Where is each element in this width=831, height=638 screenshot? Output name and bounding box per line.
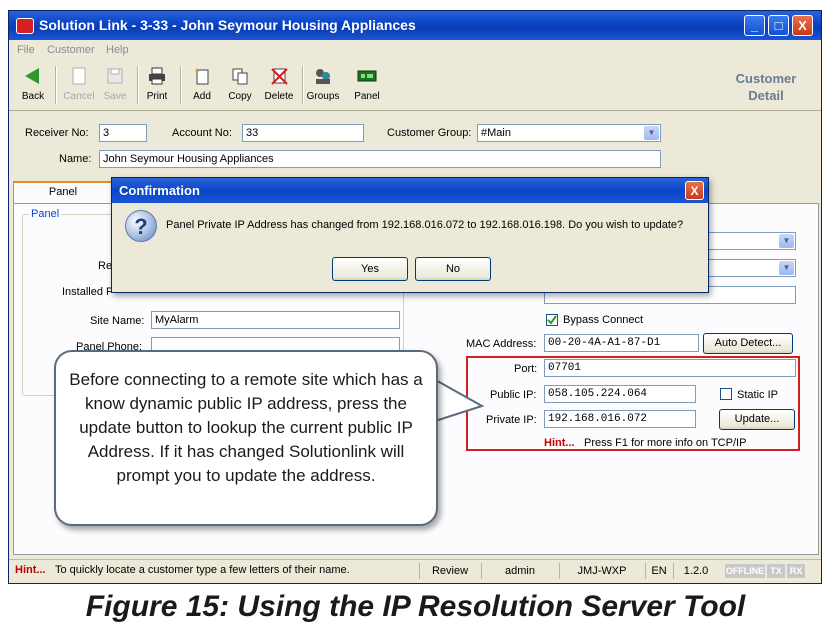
- copy-label: Copy: [228, 91, 252, 102]
- panel-group-title: Panel: [29, 208, 62, 220]
- back-arrow-icon: [23, 66, 43, 86]
- tx-badge: TX: [767, 564, 785, 578]
- group-select[interactable]: #Main ▼: [477, 124, 661, 142]
- partial-label-2: Re: [98, 260, 113, 272]
- print-button[interactable]: Print: [137, 64, 177, 108]
- chevron-down-icon[interactable]: ▼: [644, 126, 659, 140]
- title-bar[interactable]: Solution Link - 3-33 - John Seymour Hous…: [9, 11, 821, 40]
- account-input[interactable]: 33: [242, 124, 364, 142]
- add-button[interactable]: Add: [182, 64, 222, 108]
- copy-button[interactable]: Copy: [220, 64, 260, 108]
- back-label: Back: [21, 91, 45, 102]
- app-icon: [16, 18, 34, 34]
- status-language: EN: [645, 563, 672, 579]
- yes-button[interactable]: Yes: [332, 257, 408, 281]
- save-label: Save: [103, 91, 127, 102]
- ip-highlight-box: [466, 356, 800, 451]
- panel-label: Panel: [354, 91, 380, 102]
- document-icon: [69, 66, 89, 86]
- minimize-button[interactable]: _: [744, 15, 765, 36]
- window-title: Solution Link - 3-33 - John Seymour Hous…: [39, 17, 416, 33]
- groups-label: Groups: [306, 91, 340, 102]
- name-input[interactable]: John Seymour Housing Appliances: [99, 150, 661, 168]
- callout-box: Before connecting to a remote site which…: [54, 350, 438, 526]
- site-name-input[interactable]: MyAlarm: [151, 311, 400, 329]
- checkmark-icon: [547, 315, 557, 325]
- delete-button[interactable]: Delete: [259, 64, 299, 108]
- status-machine: JMJ-WXP: [559, 563, 644, 579]
- print-label: Print: [146, 91, 168, 102]
- dialog-title-bar[interactable]: Confirmation X: [112, 178, 708, 203]
- delete-icon: [269, 66, 289, 86]
- floppy-icon: [105, 66, 125, 86]
- close-button[interactable]: X: [792, 15, 813, 36]
- question-icon: ?: [125, 210, 157, 242]
- toolbar-separator: [55, 66, 57, 104]
- group-select-value: #Main: [481, 127, 511, 139]
- mac-input[interactable]: 00-20-4A-A1-87-D1: [544, 334, 699, 352]
- groups-icon: [313, 66, 333, 86]
- customer-detail-heading: Customer Detail: [721, 70, 811, 104]
- status-hint-text: To quickly locate a customer type a few …: [55, 564, 350, 576]
- save-button[interactable]: Save: [95, 64, 135, 108]
- rx-badge: RX: [787, 564, 805, 578]
- mac-label: MAC Address:: [466, 338, 537, 350]
- menu-bar: File Customer Help: [9, 41, 821, 59]
- dialog-close-button[interactable]: X: [685, 181, 704, 200]
- menu-customer[interactable]: Customer: [47, 44, 95, 56]
- dialog-message: Panel Private IP Address has changed fro…: [166, 219, 684, 231]
- confirmation-dialog: Confirmation X ? Panel Private IP Addres…: [111, 177, 709, 293]
- chevron-down-icon[interactable]: ▼: [779, 234, 794, 248]
- callout-text: Before connecting to a remote site which…: [69, 370, 423, 485]
- panel-icon: [357, 66, 377, 86]
- cancel-label: Cancel: [63, 91, 95, 102]
- offline-badge: OFFLINE: [725, 564, 765, 578]
- no-button[interactable]: No: [415, 257, 491, 281]
- site-name-label: Site Name:: [90, 315, 145, 327]
- auto-detect-button[interactable]: Auto Detect...: [703, 333, 793, 354]
- group-label: Customer Group:: [387, 127, 472, 139]
- groups-button[interactable]: Groups: [303, 64, 343, 108]
- menu-help[interactable]: Help: [106, 44, 129, 56]
- installed-label: Installed P: [62, 286, 114, 298]
- bypass-connect-label: Bypass Connect: [563, 314, 644, 326]
- figure-caption: Figure 15: Using the IP Resolution Serve…: [85, 590, 746, 623]
- receiver-input[interactable]: 3: [99, 124, 147, 142]
- status-hint-label: Hint...: [15, 564, 46, 576]
- maximize-button[interactable]: □: [768, 15, 789, 36]
- back-button[interactable]: Back: [13, 64, 53, 108]
- panel-button[interactable]: Panel: [347, 64, 387, 108]
- copy-icon: [230, 66, 250, 86]
- tab-panel[interactable]: Panel: [13, 181, 113, 203]
- status-user: admin: [481, 563, 558, 579]
- name-label: Name:: [59, 153, 92, 165]
- add-label: Add: [193, 91, 211, 102]
- toolbar: Back Cancel Save Print Add Copy Delete G…: [9, 60, 821, 111]
- status-version: 1.2.0: [673, 563, 718, 579]
- delete-label: Delete: [264, 91, 294, 102]
- dialog-title: Confirmation: [119, 183, 200, 198]
- printer-icon: [147, 66, 167, 86]
- add-document-icon: [192, 66, 212, 86]
- menu-file[interactable]: File: [17, 44, 35, 56]
- heading-line-1: Customer: [735, 71, 797, 86]
- heading-line-2: Detail: [748, 88, 784, 103]
- callout-pointer-join: [430, 383, 436, 417]
- bypass-connect-checkbox[interactable]: [546, 314, 558, 326]
- status-mode: Review: [419, 563, 480, 579]
- account-label: Account No:: [172, 127, 232, 139]
- cancel-button[interactable]: Cancel: [59, 64, 99, 108]
- status-bar: Hint... To quickly locate a customer typ…: [9, 559, 821, 582]
- chevron-down-icon[interactable]: ▼: [779, 261, 794, 275]
- receiver-label: Receiver No:: [25, 127, 89, 139]
